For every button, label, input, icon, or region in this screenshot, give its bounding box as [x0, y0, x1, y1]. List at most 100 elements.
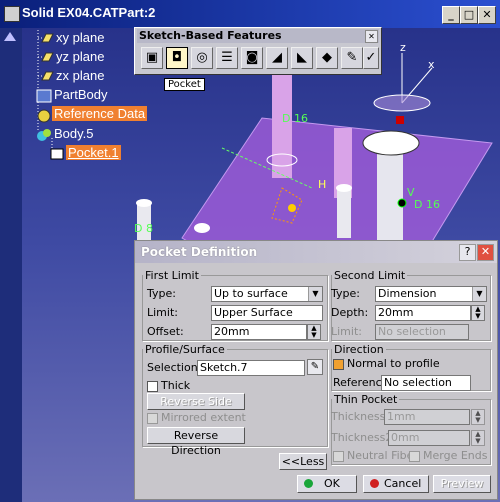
first-type-dropdown[interactable]: Up to surface ▼	[211, 286, 323, 302]
dimension-d8: D 8	[134, 222, 153, 235]
normal-to-profile-checkbox[interactable]	[333, 359, 344, 370]
depth-label: Depth:	[331, 306, 369, 319]
app-icon	[4, 6, 20, 22]
ok-icon	[304, 479, 313, 488]
tree-item-reference-data[interactable]: Reference Data	[52, 106, 148, 121]
dimension-d16-right: D 16	[414, 198, 440, 211]
plane-icon	[40, 70, 54, 82]
compass-x-label: x	[428, 58, 435, 71]
tree-item-zx-plane[interactable]: zx plane	[56, 68, 104, 83]
window-titlebar: Solid EX04.CATPart:2 _ □ ✕	[0, 0, 500, 28]
second-limit-label: Limit:	[331, 325, 362, 338]
slot-icon[interactable]: ◣	[291, 47, 313, 69]
neutral-fiber-checkbox	[333, 451, 344, 462]
toolbar-close-button[interactable]: ✕	[365, 30, 378, 43]
dialog-close-button[interactable]: ✕	[477, 244, 494, 261]
preview-button: Preview	[433, 475, 491, 493]
remove-loft-icon[interactable]: ✓	[363, 47, 379, 69]
merge-ends-checkbox	[409, 451, 420, 462]
close-button[interactable]: ✕	[478, 6, 496, 24]
chevron-down-icon: ▼	[308, 287, 322, 301]
mirrored-extent-checkbox	[147, 413, 158, 424]
tree-scroll-strip	[0, 28, 22, 502]
tree-item-partbody[interactable]: PartBody	[54, 87, 107, 102]
thick-checkbox[interactable]	[147, 381, 158, 392]
tree-item-body5[interactable]: Body.5	[54, 126, 94, 141]
help-button[interactable]: ?	[459, 244, 476, 261]
axis-label-h: H	[318, 178, 327, 191]
first-limit-field[interactable]: Upper Surface	[211, 305, 323, 321]
tree-item-xy-plane[interactable]: xy plane	[56, 30, 104, 45]
toolbar-title: Sketch-Based Features ✕	[137, 29, 379, 43]
offset-label: Offset:	[147, 325, 184, 338]
thickness2-field: 0mm	[388, 430, 470, 446]
shaft-icon[interactable]: ◎	[191, 47, 213, 69]
center-marker	[396, 116, 404, 124]
plane-icon	[40, 51, 54, 63]
first-limit-label: Limit:	[147, 306, 178, 319]
reference-data-icon	[36, 109, 51, 123]
ok-button[interactable]: OK	[297, 475, 357, 493]
plane-icon	[40, 32, 54, 44]
first-type-value: Up to surface	[214, 287, 288, 300]
direction-legend: Direction	[334, 343, 384, 356]
reference-field[interactable]: No selection	[381, 375, 471, 391]
sketch-based-features-toolbar: Sketch-Based Features ✕ ▣ ◘ ◎ ☰ ◙ ◢ ◣ ◆ …	[134, 27, 382, 75]
minimize-button[interactable]: _	[442, 6, 460, 24]
catia-window: Solid EX04.CATPart:2 _ □ ✕ D 16 D 16 D 8…	[0, 0, 500, 502]
ok-label: OK	[324, 477, 340, 490]
hole-icon[interactable]: ◙	[241, 47, 263, 69]
thickness2-label: Thickness2:	[331, 431, 397, 444]
neutral-fiber-label: Neutral Fiber	[347, 449, 418, 462]
pocket-definition-dialog: Pocket Definition ? ✕ First Limit Type: …	[134, 240, 498, 500]
first-type-label: Type:	[147, 287, 176, 300]
cylinder-4	[337, 188, 351, 238]
offset-field[interactable]: 20mm	[211, 324, 307, 340]
offset-spinner[interactable]: ▲ ▼	[307, 324, 321, 340]
tree-item-yz-plane[interactable]: yz plane	[56, 49, 104, 64]
reverse-side-button: Reverse Side	[147, 393, 245, 410]
groove-icon[interactable]: ☰	[216, 47, 238, 69]
first-limit-legend: First Limit	[145, 269, 199, 282]
cylinder-top-6	[194, 223, 210, 233]
rib-icon[interactable]: ◢	[266, 47, 288, 69]
toolbar-title-text: Sketch-Based Features	[139, 29, 282, 42]
pocket-icon	[50, 148, 64, 160]
tooltip-pocket: Pocket	[164, 78, 205, 91]
window-title: Solid EX04.CATPart:2	[22, 5, 156, 20]
compass-z-label: z	[400, 41, 406, 54]
thick-label: Thick	[161, 379, 191, 392]
mirrored-extent-label: Mirrored extent	[161, 411, 246, 424]
second-type-dropdown[interactable]: Dimension ▼	[375, 286, 487, 302]
pad-icon[interactable]: ▣	[141, 47, 163, 69]
less-button[interactable]: <<Less	[279, 453, 327, 470]
thickness2-spinner: ▲ ▼	[471, 430, 485, 446]
depth-field[interactable]: 20mm	[375, 305, 471, 321]
thin-pocket-legend: Thin Pocket	[334, 393, 398, 406]
scroll-up-icon[interactable]	[4, 32, 16, 41]
body-icon	[36, 128, 51, 141]
cancel-button[interactable]: Cancel	[363, 475, 429, 493]
sketch-edit-icon[interactable]: ✎	[307, 359, 323, 375]
maximize-button[interactable]: □	[460, 6, 478, 24]
cylinder-top-5	[136, 199, 152, 207]
dialog-title: Pocket Definition	[141, 245, 258, 259]
dimension-d16-top: D 16	[282, 112, 308, 125]
tree-item-pocket1[interactable]: Pocket.1	[66, 145, 121, 160]
cancel-label: Cancel	[384, 477, 422, 490]
pocket-icon[interactable]: ◘	[166, 47, 188, 69]
normal-to-profile-label: Normal to profile	[347, 357, 440, 370]
selection-field[interactable]: Sketch.7	[197, 360, 305, 376]
selection-label: Selection:	[147, 361, 202, 374]
depth-spinner[interactable]: ▲ ▼	[471, 305, 485, 321]
merge-ends-label: Merge Ends	[423, 449, 488, 462]
reverse-direction-button[interactable]: Reverse Direction	[147, 427, 245, 457]
second-limit-legend: Second Limit	[334, 269, 406, 282]
second-limit-field: No selection	[375, 324, 469, 340]
second-type-value: Dimension	[378, 287, 437, 300]
loft-icon[interactable]: ✎	[341, 47, 363, 69]
axis-label-v: V	[407, 186, 415, 199]
cancel-icon	[370, 479, 379, 488]
second-type-label: Type:	[331, 287, 360, 300]
stiffener-icon[interactable]: ◆	[316, 47, 338, 69]
